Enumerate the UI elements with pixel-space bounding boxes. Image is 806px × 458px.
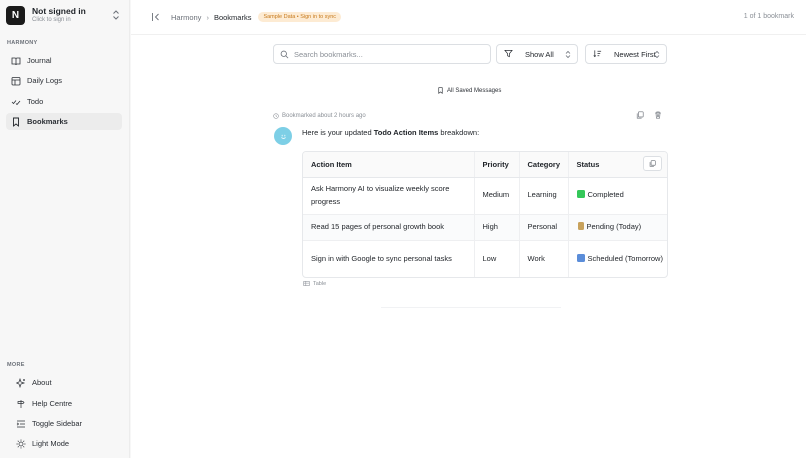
breadcrumb-current: Bookmarks [213,12,252,22]
collapse-sidebar-icon[interactable] [151,12,161,22]
cell-priority: Medium [474,177,520,215]
sidebar-item-label: Toggle Sidebar [32,419,83,428]
top-bar: Harmony › Bookmarks Sample Data • Sign i… [131,0,806,35]
cell-category: Work [519,240,569,277]
filter-dropdown[interactable]: Show All [496,44,578,64]
cell-action-item: Read 15 pages of personal growth book [303,214,475,241]
chevrons-up-down-icon [565,50,571,59]
sidebar-item-label: Daily Logs [27,76,63,85]
search-box[interactable] [273,44,491,64]
copy-icon[interactable] [636,111,644,119]
hourglass-icon [577,221,584,230]
section-label-more: MORE [7,362,25,368]
action-items-table: Action Item Priority Category Status Ask… [302,151,668,278]
search-icon [280,50,289,58]
bookmark-meta: Bookmarked about 2 hours ago [273,113,366,119]
chevrons-up-down-icon [654,50,660,59]
sidebar-item-journal[interactable]: Journal [6,52,122,69]
sidebar-item-bookmarks[interactable]: Bookmarks [6,113,122,130]
sidebar-item-about[interactable]: About [11,374,127,391]
sidebar-item-todo[interactable]: Todo [6,93,122,110]
search-input[interactable] [294,49,474,59]
status-text: Scheduled (Tomorrow) [587,254,663,263]
list-indent-icon [16,419,26,429]
section-label-harmony: HARMONY [7,40,38,46]
table-caption-text: Table [313,280,327,287]
calendar-icon [576,254,585,262]
copy-icon [649,160,656,167]
book-open-icon [11,56,21,66]
sun-icon [16,439,26,449]
sidebar-item-label: Todo [27,97,44,106]
sidebar-item-help-centre[interactable]: Help Centre [11,395,127,412]
account-subtitle: Click to sign in [32,17,71,24]
sidebar-item-toggle-sidebar[interactable]: Toggle Sidebar [11,415,127,432]
all-saved-messages-text: All Saved Messages [447,87,502,94]
cell-status: Completed [568,177,667,215]
assistant-avatar [274,127,292,145]
message-bold: Todo Action Items [373,128,439,137]
sidebar: N Not signed in Click to sign in HARMONY… [0,0,130,458]
sample-data-badge[interactable]: Sample Data • Sign in to sync [258,12,341,22]
breadcrumb: Harmony › Bookmarks Sample Data • Sign i… [171,12,341,22]
message-suffix: breakdown: [438,128,480,137]
account-name: Not signed in [32,5,86,16]
sort-dropdown[interactable]: Newest First [585,44,667,64]
signpost-icon [16,399,26,409]
filter-icon [504,49,514,59]
sort-icon [593,49,603,59]
cell-category: Personal [519,214,569,241]
table-row: Sign in with Google to sync personal tas… [303,240,667,277]
breadcrumb-root[interactable]: Harmony [171,13,201,22]
cell-action-item: Ask Harmony AI to visualize weekly score… [303,177,475,215]
bookmark-icon [438,87,443,94]
divider [381,307,561,308]
sidebar-item-label: Help Centre [32,399,73,408]
bookmark-time: Bookmarked about 2 hours ago [282,113,366,119]
cell-status: Scheduled (Tomorrow) [568,240,667,277]
message-actions [636,111,662,119]
message-text: Here is your updated Todo Action Items b… [302,128,479,137]
sidebar-item-label: Journal [27,56,52,65]
column-header-category: Category [519,152,569,178]
column-header-action-item: Action Item [303,152,475,178]
sidebar-item-daily-logs[interactable]: Daily Logs [6,72,122,89]
table-icon [303,281,310,286]
account-avatar: N [6,5,25,25]
assistant-face-icon [280,134,286,139]
column-header-priority: Priority [474,152,520,178]
main-panel: Harmony › Bookmarks Sample Data • Sign i… [131,0,806,458]
cell-priority: High [474,214,520,241]
sort-label: Newest First [614,49,656,59]
bookmark-icon [11,117,21,127]
sidebar-item-label: Light Mode [32,439,70,448]
cell-action-item: Sign in with Google to sync personal tas… [303,240,475,277]
cell-priority: Low [474,240,520,277]
table-caption: Table [303,280,326,287]
calendar-grid-icon [11,76,21,86]
sparkles-icon [16,377,26,388]
cell-status: Pending (Today) [568,214,667,241]
trash-icon[interactable] [654,111,662,119]
copy-table-button[interactable] [643,156,662,171]
clock-icon [273,113,279,119]
table-row: Ask Harmony AI to visualize weekly score… [303,177,667,215]
bookmark-count: 1 of 1 bookmark [743,13,794,20]
chevron-right-icon: › [206,12,209,22]
table-row: Read 15 pages of personal growth book Hi… [303,214,667,241]
chevrons-up-down-icon [113,10,119,20]
filter-label: Show All [525,49,554,59]
sidebar-item-light-mode[interactable]: Light Mode [11,435,127,452]
account-switcher[interactable]: N Not signed in Click to sign in [6,4,124,26]
status-text: Completed [587,190,624,200]
check-list-icon [11,97,21,107]
check-mark-icon [576,190,585,199]
cell-category: Learning [519,177,569,215]
message-prefix: Here is your updated [302,128,374,137]
status-text: Pending (Today) [586,221,642,231]
sidebar-item-label: About [32,378,52,387]
all-saved-messages-label: All Saved Messages [437,87,501,94]
sidebar-item-label: Bookmarks [27,117,68,126]
